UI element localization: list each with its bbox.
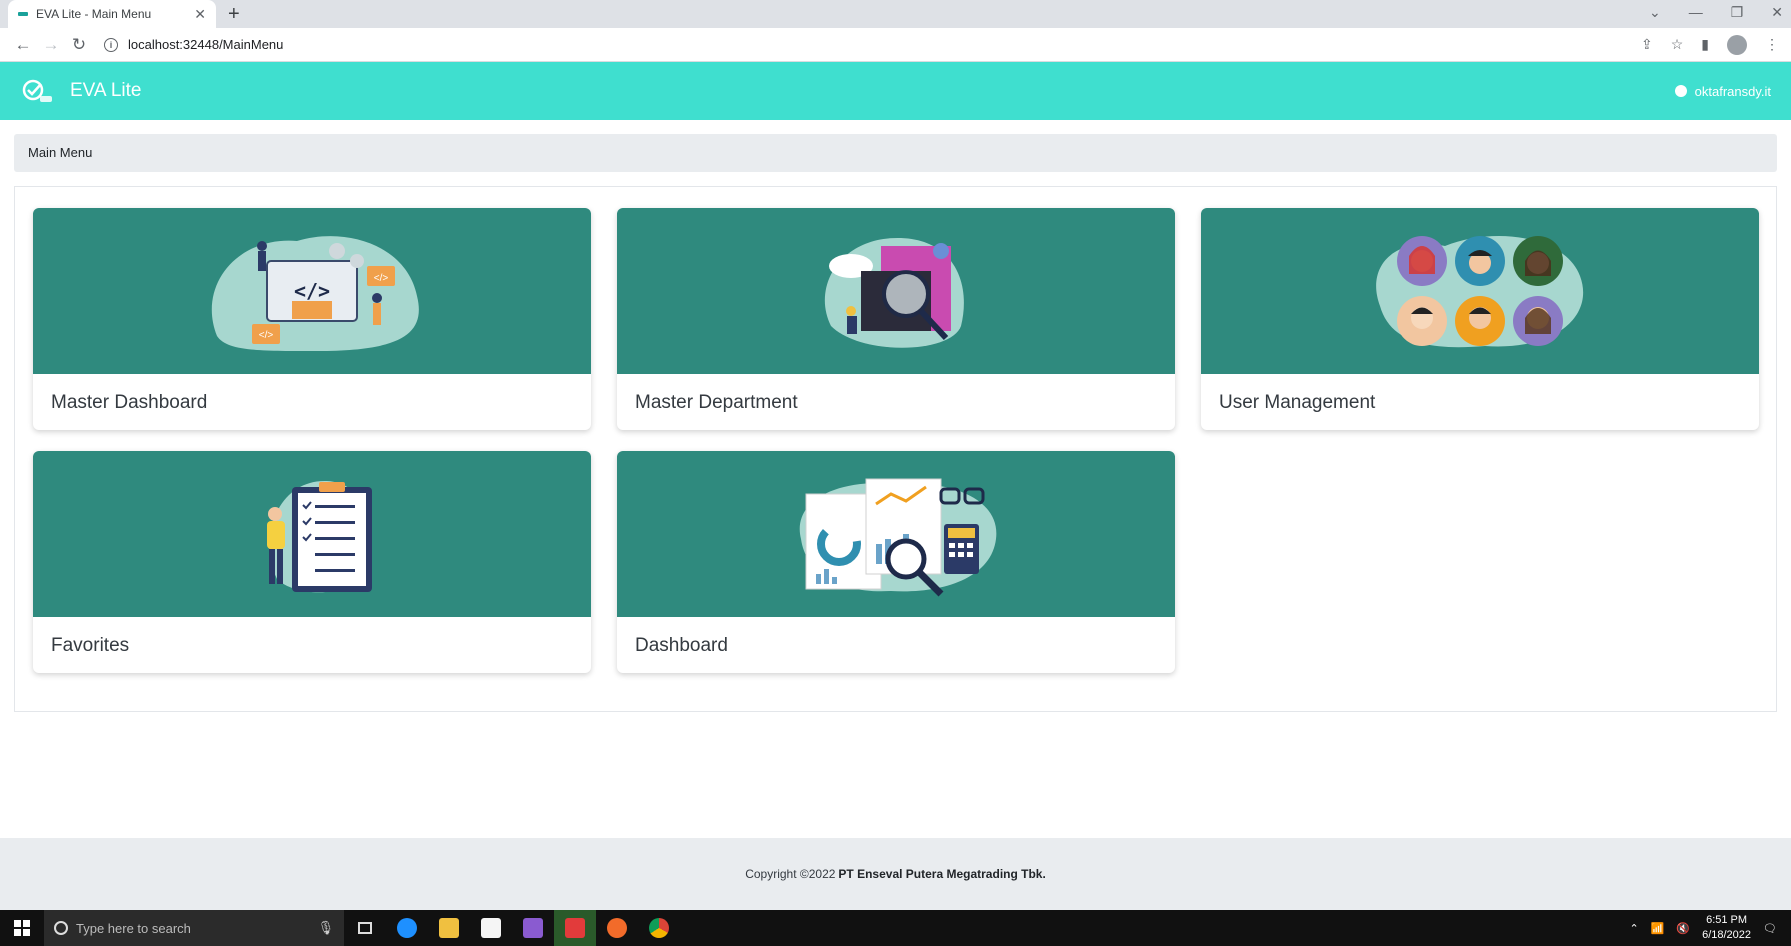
breadcrumb: Main Menu xyxy=(14,134,1777,172)
tray-chevron-icon[interactable]: ⌃ xyxy=(1629,922,1638,935)
url-input[interactable]: i localhost:32448/MainMenu xyxy=(96,31,1641,59)
edge-browser-icon[interactable] xyxy=(386,910,428,946)
footer: Copyright ©2022 PT Enseval Putera Megatr… xyxy=(0,838,1791,910)
tab-title: EVA Lite - Main Menu xyxy=(36,7,152,21)
magnifier-servers-illustration-icon xyxy=(617,208,1175,374)
microphone-icon[interactable]: 🎙 xyxy=(317,920,334,936)
brand-title[interactable]: EVA Lite xyxy=(70,80,141,102)
favicon-icon xyxy=(18,12,28,16)
search-icon xyxy=(54,921,68,935)
browser-tab-active[interactable]: EVA Lite - Main Menu ✕ xyxy=(8,0,216,28)
minimize-button[interactable]: — xyxy=(1689,4,1703,21)
checklist-illustration-icon xyxy=(33,451,591,617)
card-title: Dashboard xyxy=(635,635,728,656)
eva-logo-icon xyxy=(22,79,52,102)
system-tray: ⌃ 📶 🔇 6:51 PM 6/18/2022 🗨 xyxy=(1629,913,1791,943)
share-icon[interactable]: ⇪ xyxy=(1641,36,1653,53)
profile-avatar-icon[interactable] xyxy=(1727,34,1747,55)
chrome-icon[interactable] xyxy=(638,910,680,946)
side-panel-icon[interactable]: ▮ xyxy=(1701,36,1709,53)
clock[interactable]: 6:51 PM 6/18/2022 xyxy=(1702,913,1751,943)
svg-text:</>: </> xyxy=(259,330,274,341)
notifications-icon[interactable]: 🗨 xyxy=(1763,922,1777,935)
anydesk-icon[interactable] xyxy=(554,910,596,946)
close-window-button[interactable]: ✕ xyxy=(1771,4,1783,21)
kebab-menu-icon[interactable]: ⋮ xyxy=(1765,36,1779,53)
browser-tabstrip: EVA Lite - Main Menu ✕ + ⌄ — ❐ ✕ xyxy=(0,0,1791,28)
back-icon[interactable]: ← xyxy=(12,35,34,55)
browser-actions: ⇪ ☆ ▮ ⋮ xyxy=(1641,34,1779,55)
card-dashboard[interactable]: Dashboard xyxy=(617,451,1175,673)
card-title: Favorites xyxy=(51,635,130,656)
user-menu[interactable]: oktafransdy.it xyxy=(1674,83,1771,99)
search-placeholder: Type here to search xyxy=(76,920,191,936)
windows-start-icon[interactable] xyxy=(0,910,44,946)
card-title: Master Department xyxy=(635,392,798,413)
svg-text:</>: </> xyxy=(294,279,330,303)
restore-button[interactable]: ❐ xyxy=(1731,4,1744,21)
url-text: localhost:32448/MainMenu xyxy=(128,37,284,52)
card-favorites[interactable]: Favorites xyxy=(33,451,591,673)
card-title: User Management xyxy=(1219,392,1376,413)
app-header: EVA Lite oktafransdy.it xyxy=(0,62,1791,120)
code-devs-illustration-icon: </> </> </> xyxy=(33,208,591,374)
company-name: PT Enseval Putera Megatrading Tbk. xyxy=(838,867,1046,881)
user-avatars-illustration-icon xyxy=(1201,208,1759,374)
taskbar-search[interactable]: Type here to search 🎙 xyxy=(44,910,344,946)
card-user-management[interactable]: User Management xyxy=(1201,208,1759,430)
clock-time: 6:51 PM xyxy=(1706,914,1748,926)
card-master-dashboard[interactable]: </> </> </> Master Dashboard xyxy=(33,208,591,430)
site-info-icon[interactable]: i xyxy=(104,37,118,52)
tab-search-icon[interactable]: ⌄ xyxy=(1649,4,1661,21)
user-icon xyxy=(1674,85,1687,97)
charts-report-illustration-icon xyxy=(617,451,1175,617)
copyright-text: Copyright ©2022 xyxy=(745,867,836,881)
address-bar: ← → ↻ i localhost:32448/MainMenu ⇪ ☆ ▮ ⋮ xyxy=(0,28,1791,62)
card-title: Master Dashboard xyxy=(51,392,208,413)
network-icon[interactable]: 📶 xyxy=(1651,922,1665,935)
card-master-department[interactable]: Master Department xyxy=(617,208,1175,430)
taskbar: Type here to search 🎙 ⌃ 📶 🔇 6:51 PM 6/18… xyxy=(0,910,1791,946)
forward-icon[interactable]: → xyxy=(40,35,62,55)
volume-muted-icon[interactable]: 🔇 xyxy=(1676,922,1690,935)
visual-studio-icon[interactable] xyxy=(512,910,554,946)
reload-icon[interactable]: ↻ xyxy=(68,35,90,55)
bookmark-star-icon[interactable]: ☆ xyxy=(1671,36,1684,53)
store-icon[interactable] xyxy=(470,910,512,946)
postman-icon[interactable] xyxy=(596,910,638,946)
close-tab-icon[interactable]: ✕ xyxy=(194,6,206,23)
new-tab-button[interactable]: + xyxy=(228,3,240,26)
svg-text:</>: </> xyxy=(374,273,389,284)
menu-panel: </> </> </> Master Dashboard Master Depa… xyxy=(14,186,1777,712)
window-controls: ⌄ — ❐ ✕ xyxy=(1649,4,1783,21)
task-view-icon[interactable] xyxy=(344,910,386,946)
clock-date: 6/18/2022 xyxy=(1702,929,1752,941)
username: oktafransdy.it xyxy=(1694,83,1771,99)
file-explorer-icon[interactable] xyxy=(428,910,470,946)
